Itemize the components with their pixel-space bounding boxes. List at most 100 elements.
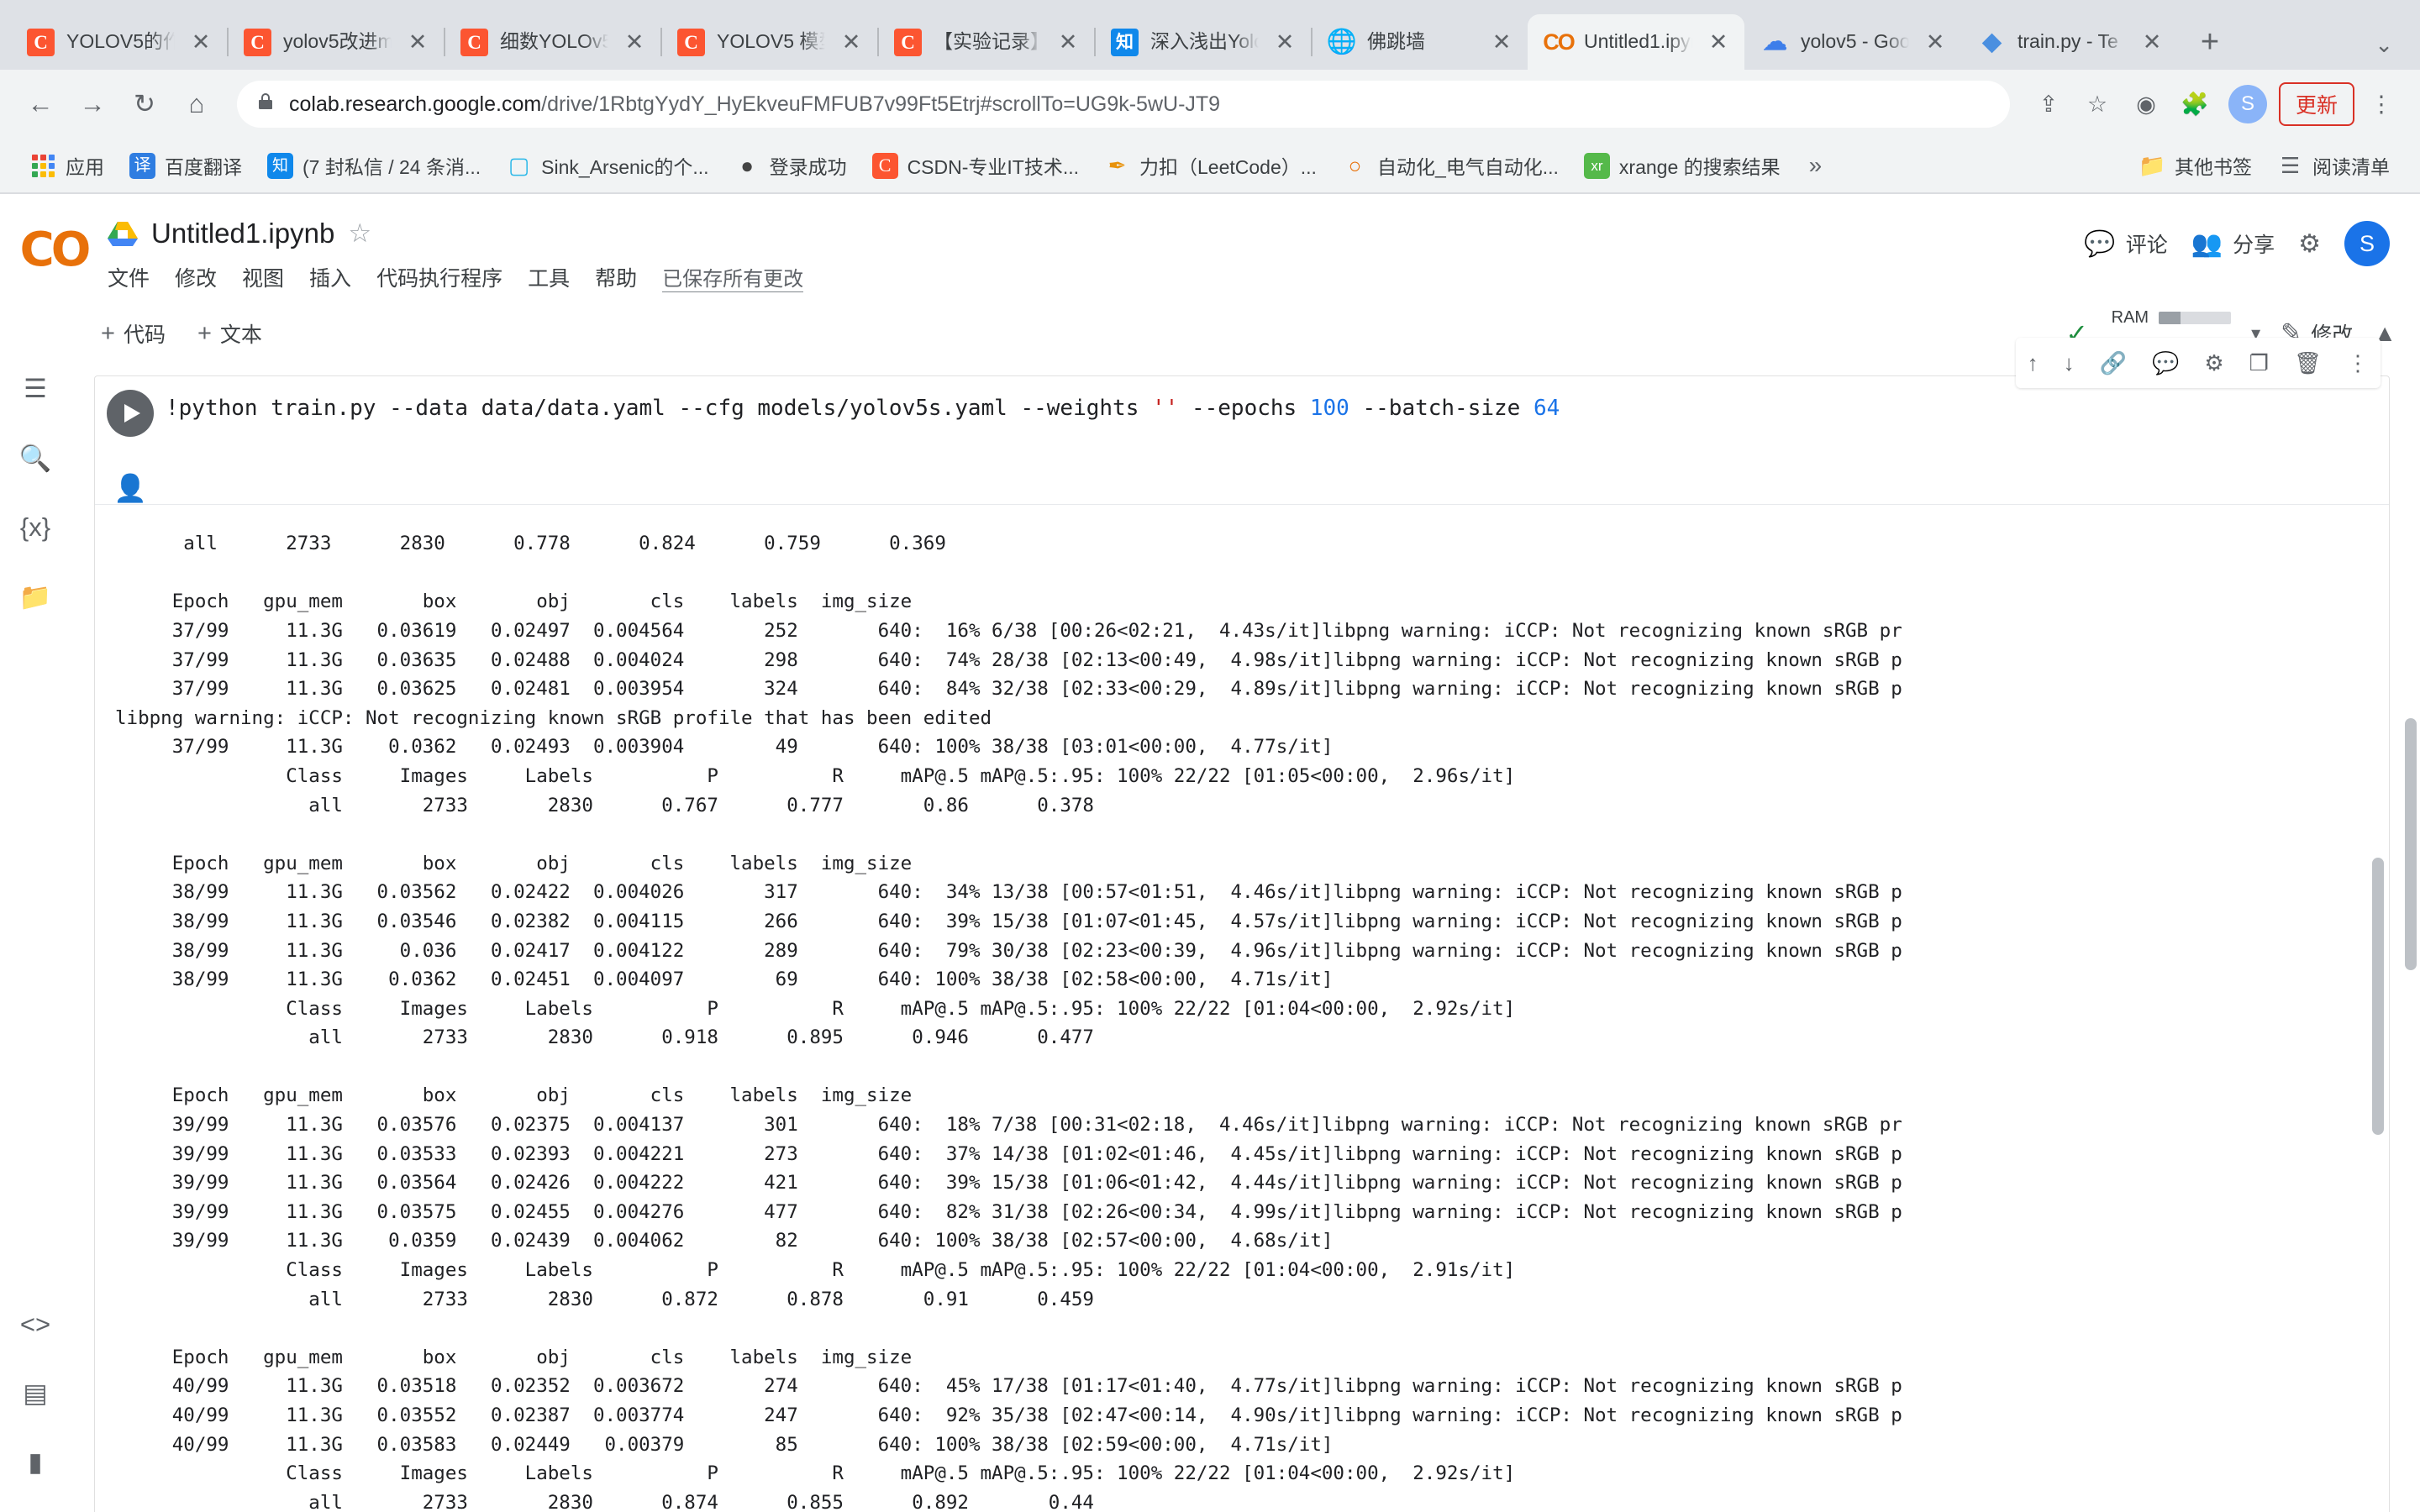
globe-icon: ●	[734, 153, 760, 179]
browser-tab[interactable]: C yolov5改进m ✕	[227, 14, 444, 70]
toc-icon[interactable]: ☰	[24, 374, 47, 404]
code-snippets-icon[interactable]: <>	[20, 1310, 50, 1340]
page-scrollbar[interactable]	[2402, 365, 2420, 1512]
delete-icon[interactable]: 🗑	[2294, 350, 2322, 376]
link-icon[interactable]: 🔗	[2100, 350, 2127, 376]
menu-help[interactable]: 帮助	[595, 262, 637, 292]
comment-button[interactable]: 💬 评论	[2084, 228, 2167, 259]
menu-tools[interactable]: 工具	[528, 262, 570, 292]
browser-tab[interactable]: C 细数YOLOv5 ✕	[444, 14, 660, 70]
colab-icon: CO	[1544, 29, 1572, 56]
chevron-down-icon[interactable]: ⌄	[2363, 32, 2405, 58]
browser-tab[interactable]: C YOLOV5的作 ✕	[10, 14, 227, 70]
browser-tab[interactable]: C 【实验记录】 ✕	[877, 14, 1094, 70]
close-icon[interactable]: ✕	[1921, 28, 1949, 56]
tab-title: Untitled1.ipynb	[1584, 30, 1692, 54]
bookmark-item[interactable]: 应用	[20, 146, 114, 185]
bookmarks-overflow-button[interactable]: »	[1796, 152, 1836, 179]
bookmark-item[interactable]: ✒ 力扣（LeetCode）...	[1094, 146, 1327, 185]
more-vert-icon[interactable]: ⋮	[2347, 350, 2369, 376]
terminal-icon[interactable]: ▮	[28, 1447, 42, 1478]
close-icon[interactable]: ✕	[837, 28, 865, 56]
browser-tab-active[interactable]: CO Untitled1.ipynb ✕	[1528, 14, 1744, 70]
address-bar[interactable]: colab.research.google.com/drive/1RbtgYyd…	[237, 81, 2010, 128]
browser-tab[interactable]: ☁ yolov5 - Goo ✕	[1744, 14, 1961, 70]
add-text-cell-button[interactable]: + 文本	[197, 318, 262, 349]
bookmark-item[interactable]: xr xrange 的搜索结果	[1574, 146, 1791, 185]
close-icon[interactable]: ✕	[1704, 28, 1733, 56]
page-title[interactable]: Untitled1.ipynb	[151, 218, 334, 249]
close-icon[interactable]: ✕	[187, 28, 215, 56]
github-icon: ☁	[1761, 29, 1789, 56]
code-epochs-value: 100	[1310, 396, 1349, 421]
close-icon[interactable]: ✕	[2138, 28, 2166, 56]
left-rail-bottom: <> ▤ ▮	[20, 1310, 50, 1478]
gear-icon[interactable]: ⚙	[2298, 229, 2321, 259]
bookmark-item[interactable]: ○ 自动化_电气自动化...	[1332, 146, 1569, 185]
menu-runtime[interactable]: 代码执行程序	[376, 262, 502, 292]
terminal-panel-icon[interactable]: ▤	[23, 1378, 47, 1409]
reload-button[interactable]: ↻	[121, 81, 168, 128]
share-icon[interactable]: ⇪	[2027, 82, 2070, 126]
comment-label: 评论	[2126, 228, 2168, 259]
more-vert-icon[interactable]: ⋮	[2360, 82, 2403, 126]
update-button[interactable]: 更新	[2279, 82, 2354, 126]
close-icon[interactable]: ✕	[1270, 28, 1299, 56]
browser-tab[interactable]: 🌐 佛跳墙 ✕	[1311, 14, 1528, 70]
extension-puzzle-icon[interactable]: 🧩	[2173, 82, 2217, 126]
close-icon[interactable]: ✕	[620, 28, 649, 56]
bookmark-item[interactable]: ● 登录成功	[724, 146, 857, 185]
leetcode-icon: ✒	[1104, 153, 1130, 179]
cell-gutter: 👤	[95, 376, 166, 504]
add-text-label: 文本	[220, 318, 262, 349]
plus-icon: +	[101, 320, 115, 348]
close-icon[interactable]: ✕	[1487, 28, 1516, 56]
new-tab-button[interactable]: +	[2186, 18, 2233, 66]
move-down-icon[interactable]: ↓	[2064, 350, 2075, 376]
notebook-body: ☰ 🔍 {x} 📁 <> ▤ ▮ ↑ ↓ 🔗 💬 ⚙ ❐ 🗑	[0, 365, 2420, 1512]
bookmark-item[interactable]: ▢ Sink_Arsenic的个...	[496, 146, 718, 185]
settings-icon[interactable]: ⚙	[2204, 350, 2223, 376]
close-icon[interactable]: ✕	[403, 28, 432, 56]
add-code-cell-button[interactable]: + 代码	[101, 318, 166, 349]
browser-tab[interactable]: 知 深入浅出Yolo ✕	[1094, 14, 1311, 70]
browser-tab[interactable]: ◆ train.py - Te ✕	[1961, 14, 2178, 70]
avatar[interactable]: S	[2344, 221, 2390, 266]
output-scrollbar[interactable]	[2369, 505, 2387, 1512]
search-icon[interactable]: 🔍	[19, 443, 52, 474]
variables-icon[interactable]: {x}	[20, 512, 50, 543]
notebook-content: ↑ ↓ 🔗 💬 ⚙ ❐ 🗑 ⋮ 👤 !python train.py --	[71, 365, 2420, 1512]
code-batch-flag: --batch-size	[1349, 396, 1534, 421]
home-button[interactable]: ⌂	[173, 81, 220, 128]
back-button[interactable]: ←	[17, 81, 64, 128]
code-cell[interactable]: ↑ ↓ 🔗 💬 ⚙ ❐ 🗑 ⋮ 👤 !python train.py --	[94, 375, 2390, 1512]
bookmark-label: Sink_Arsenic的个...	[541, 151, 708, 180]
bookmark-item[interactable]: C CSDN-专业IT技术...	[862, 146, 1089, 185]
colab-logo[interactable]: CO	[0, 194, 108, 277]
translate-icon[interactable]: ◉	[2124, 82, 2168, 126]
menu-view[interactable]: 视图	[242, 262, 284, 292]
move-up-icon[interactable]: ↑	[2028, 350, 2039, 376]
apps-grid-icon	[30, 153, 56, 179]
avatar[interactable]: S	[2228, 85, 2267, 123]
close-icon[interactable]: ✕	[1054, 28, 1082, 56]
bookmark-item[interactable]: 译 百度翻译	[119, 146, 252, 185]
comment-icon[interactable]: 💬	[2152, 350, 2179, 376]
reading-list-button[interactable]: ☰ 阅读清单	[2267, 146, 2400, 185]
menu-edit[interactable]: 修改	[175, 262, 217, 292]
bookmark-folder-other[interactable]: 📁 其他书签	[2129, 146, 2262, 185]
browser-tab[interactable]: C YOLOV5 模型 ✕	[660, 14, 877, 70]
star-icon[interactable]: ☆	[348, 218, 371, 249]
file-icon: ◆	[1978, 29, 2006, 56]
ram-meter-row: RAM	[2108, 308, 2231, 328]
share-button[interactable]: 👥 分享	[2191, 228, 2275, 259]
files-icon[interactable]: 📁	[19, 581, 52, 612]
person-icon: 👤	[113, 472, 147, 504]
menu-file[interactable]: 文件	[108, 262, 150, 292]
star-icon[interactable]: ☆	[2075, 82, 2119, 126]
menu-insert[interactable]: 插入	[309, 262, 351, 292]
bookmark-item[interactable]: 知 (7 封私信 / 24 条消...	[257, 146, 491, 185]
run-cell-button[interactable]	[107, 390, 154, 437]
copy-icon[interactable]: ❐	[2249, 350, 2269, 376]
forward-button[interactable]: →	[69, 81, 116, 128]
